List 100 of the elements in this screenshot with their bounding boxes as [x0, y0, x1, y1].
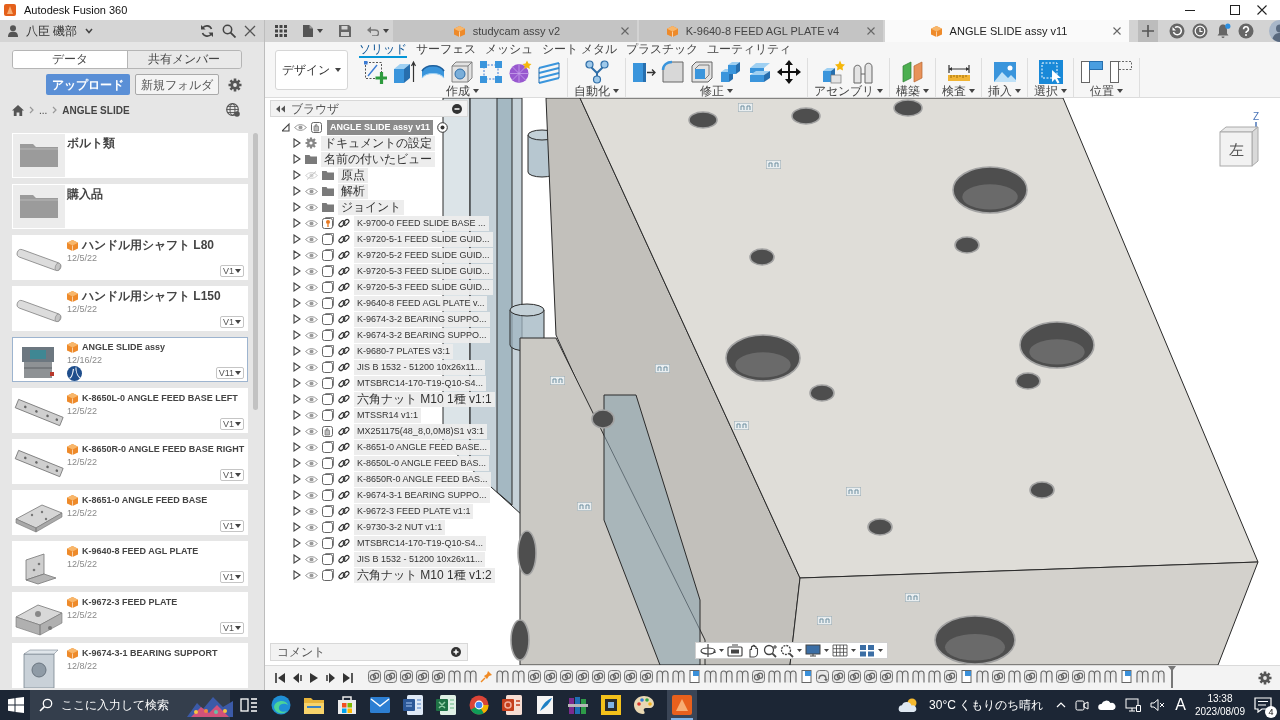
swirl-app-icon[interactable] [271, 695, 291, 715]
eye-icon[interactable] [305, 314, 318, 324]
window-app-icon[interactable] [601, 695, 621, 715]
component-name[interactable]: K-9680-7 PLATES v3:1 [354, 343, 453, 359]
flag-feature-icon[interactable] [800, 670, 813, 683]
eye-icon[interactable] [305, 218, 318, 228]
joint-feature-icon[interactable] [928, 670, 941, 683]
joint-feature-icon[interactable] [896, 670, 909, 683]
view-cube[interactable] [1219, 121, 1259, 167]
eye-icon[interactable] [294, 122, 307, 132]
eye-icon[interactable] [305, 378, 318, 388]
first-frame-icon[interactable] [275, 673, 285, 683]
joint-feature-icon[interactable] [448, 670, 461, 683]
start-icon[interactable] [8, 697, 24, 713]
box-arrow-icon[interactable] [392, 59, 416, 84]
eye-icon[interactable] [305, 490, 318, 500]
square-grid-icon[interactable] [479, 59, 503, 84]
joint-feature-icon[interactable] [704, 670, 717, 683]
link-feature-icon[interactable] [560, 670, 573, 683]
link-feature-icon[interactable] [992, 670, 1005, 683]
joint-feature-icon[interactable] [672, 670, 685, 683]
new-folder-button[interactable]: 新規フォルダ [135, 74, 219, 95]
caret-icon[interactable] [317, 29, 323, 33]
design-card[interactable]: K-8651-0 ANGLE FEED BASE 12/5/22 V1 [12, 490, 248, 535]
design-card[interactable]: ハンドル用シャフト L80 12/5/22 V1 [12, 235, 248, 280]
settings-icon[interactable] [228, 77, 242, 92]
component-name[interactable]: MTSSR14 v1:1 [354, 407, 422, 423]
bell-icon[interactable] [1215, 23, 1231, 39]
link-feature-icon[interactable] [848, 670, 861, 683]
eye-icon[interactable] [305, 410, 318, 420]
link-feature-icon[interactable] [400, 670, 413, 683]
joint-feature-icon[interactable] [768, 670, 781, 683]
design-card[interactable]: K-8650R-0 ANGLE FEED BASE RIGHT 12/5/22 V1 [12, 439, 248, 484]
slides-app-icon[interactable] [502, 695, 522, 715]
link-feature-icon[interactable] [752, 670, 765, 683]
component-name[interactable]: K-9640-8 FEED AGL PLATE v... [354, 295, 488, 311]
component-name[interactable]: 六角ナット M10 1種 v1:2 [354, 567, 495, 583]
joint-marker-icon[interactable] [766, 160, 781, 169]
collapsed-arrow-icon[interactable] [293, 378, 301, 388]
play-icon[interactable] [309, 673, 319, 683]
workspace-dropdown[interactable]: デザイン [275, 50, 348, 90]
collapsed-arrow-icon[interactable] [293, 394, 301, 404]
eye-icon[interactable] [305, 458, 318, 468]
select-cursor-icon[interactable] [1038, 59, 1063, 84]
file-icon[interactable] [303, 25, 313, 37]
link-feature-icon[interactable] [432, 670, 445, 683]
feather-app-icon[interactable] [535, 695, 555, 715]
collapsed-arrow-icon[interactable] [293, 410, 301, 420]
close-tab-icon[interactable] [1113, 27, 1121, 35]
user-name[interactable]: 八臣 磯部 [26, 22, 78, 40]
eye-icon[interactable] [305, 554, 318, 564]
collapsed-arrow-icon[interactable] [293, 346, 301, 356]
tree-item-label[interactable]: 名前の付いたビュー [321, 151, 435, 167]
design-card[interactable]: K-9674-3-1 BEARING SUPPORT 12/8/22 [12, 643, 248, 688]
collapsed-arrow-icon[interactable] [293, 458, 301, 468]
eye-icon[interactable] [305, 362, 318, 372]
joint-feature-icon[interactable] [1104, 670, 1117, 683]
joint-marker-icon[interactable] [734, 421, 749, 430]
muted-speaker-icon[interactable] [1150, 698, 1167, 712]
design-card[interactable]: K-9672-3 FEED PLATE 12/5/22 V1 [12, 592, 248, 637]
collapsed-arrow-icon[interactable] [293, 202, 301, 212]
collapsed-arrow-icon[interactable] [293, 554, 301, 564]
caret-icon[interactable] [851, 649, 856, 652]
version-dropdown[interactable]: V1 [220, 622, 244, 634]
version-dropdown[interactable]: V1 [220, 418, 244, 430]
component-name[interactable]: K-8650L-0 ANGLE FEED BAS... [354, 455, 490, 471]
maximize-icon[interactable] [1230, 5, 1240, 15]
tree-item-label[interactable]: 解析 [338, 183, 368, 199]
eye-icon[interactable] [305, 346, 318, 356]
panel-layout-icon[interactable] [1080, 59, 1104, 84]
folder-card[interactable]: 購入品 [12, 184, 248, 229]
plus-circle-icon[interactable] [451, 647, 461, 657]
joint-marker-icon[interactable] [905, 593, 920, 602]
collapsed-arrow-icon[interactable] [293, 186, 301, 196]
joint-marker-icon[interactable] [655, 364, 670, 373]
collapsed-arrow-icon[interactable] [293, 282, 301, 292]
joint-feature-icon[interactable] [464, 670, 477, 683]
joint-feature-icon[interactable] [512, 670, 525, 683]
link-feature-icon[interactable] [864, 670, 877, 683]
eye-icon[interactable] [305, 298, 318, 308]
rounded-edge-icon[interactable] [661, 59, 685, 84]
version-dropdown[interactable]: V1 [220, 316, 244, 328]
tree-item-label[interactable]: ドキュメントの設定 [321, 135, 435, 151]
link-feature-icon[interactable] [1056, 670, 1069, 683]
clock-date[interactable]: 2023/08/09 [1194, 705, 1245, 718]
spreadsheet-app-icon[interactable] [436, 695, 456, 715]
toolbar-tab[interactable]: サーフェス [416, 42, 476, 58]
joint-marker-icon[interactable] [846, 487, 861, 496]
close-tab-icon[interactable] [867, 27, 875, 35]
joint-marker-icon[interactable] [577, 502, 592, 511]
link-feature-icon[interactable] [368, 670, 381, 683]
collapsed-arrow-icon[interactable] [293, 154, 301, 164]
design-card[interactable]: ハンドル用シャフト L150 12/5/22 V1 [12, 286, 248, 331]
joint-feature-icon[interactable] [1088, 670, 1101, 683]
component-name[interactable]: MTSBRC14-170-T19-Q10-S4... [354, 535, 487, 551]
component-name[interactable]: K-8651-0 ANGLE FEED BASE... [354, 439, 491, 455]
collapsed-arrow-icon[interactable] [293, 362, 301, 372]
collapsed-arrow-icon[interactable] [293, 522, 301, 532]
collapsed-arrow-icon[interactable] [293, 330, 301, 340]
tool-group-dropdown[interactable]: 自動化 [574, 84, 619, 98]
